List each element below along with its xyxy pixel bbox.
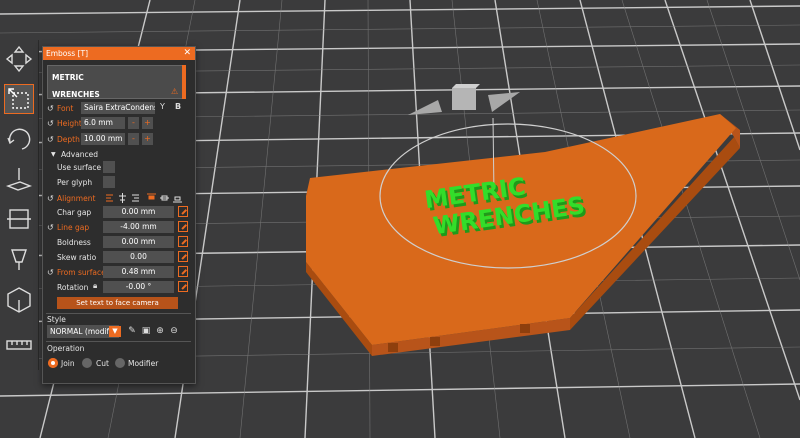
align-top-icon[interactable] <box>147 193 156 203</box>
left-toolbar <box>0 40 39 370</box>
use-surface-checkbox[interactable] <box>103 161 115 173</box>
move-tool-icon[interactable] <box>4 44 34 74</box>
depth-input[interactable]: 10.00 mm <box>81 133 125 145</box>
skew-input[interactable]: 0.00 <box>103 251 174 263</box>
align-center-icon[interactable] <box>118 193 127 203</box>
rotation-input[interactable]: -0.00 ° <box>103 281 174 293</box>
divider <box>46 313 191 314</box>
face-camera-button[interactable]: Set text to face camera <box>57 297 178 309</box>
edit-icon[interactable] <box>178 251 188 262</box>
modifier-radio[interactable] <box>115 358 125 368</box>
font-label: Font <box>57 104 74 113</box>
reset-icon[interactable]: ↺ <box>47 222 54 233</box>
rotate-tool-icon[interactable] <box>4 124 34 154</box>
alignment-label: Alignment <box>57 194 96 203</box>
from-surface-label: From surface <box>57 268 106 277</box>
delete-style-icon[interactable]: ⊖ <box>169 326 179 336</box>
from-surface-input[interactable]: 0.48 mm <box>103 266 174 278</box>
line-gap-label: Line gap <box>57 223 90 232</box>
alignment-row: ↺ Alignment <box>43 192 195 205</box>
align-bottom-icon[interactable] <box>173 193 182 203</box>
use-surface-row: Use surface <box>43 161 195 174</box>
depth-decrease-button[interactable]: - <box>128 133 139 145</box>
use-surface-label: Use surface <box>57 163 102 172</box>
lock-icon[interactable]: 🔒︎ <box>93 281 97 291</box>
text-line-2: WRENCHES <box>52 90 100 99</box>
per-glyph-row: Per glyph <box>43 176 195 189</box>
rotation-label: Rotation <box>57 283 89 292</box>
line-gap-row: ↺ Line gap -4.00 mm <box>43 221 195 234</box>
reset-icon[interactable]: ↺ <box>47 193 54 204</box>
cut-tool-icon[interactable] <box>4 204 34 234</box>
chevron-down-icon[interactable]: ▼ <box>109 326 121 337</box>
height-input[interactable]: 6.0 mm <box>81 117 125 129</box>
depth-increase-button[interactable]: + <box>142 133 153 145</box>
edit-icon[interactable] <box>178 281 188 292</box>
line-gap-input[interactable]: -4.00 mm <box>103 221 174 233</box>
edit-icon[interactable] <box>178 221 188 232</box>
from-surface-row: ↺ From surface 0.48 mm <box>43 266 195 279</box>
align-middle-icon[interactable] <box>160 193 169 203</box>
operation-row: Join Cut Modifier <box>43 357 195 370</box>
text-line-1: METRIC <box>52 73 84 82</box>
boldness-input[interactable]: 0.00 mm <box>103 236 174 248</box>
modifier-label: Modifier <box>128 359 159 368</box>
boldness-label: Boldness <box>57 238 91 247</box>
depth-label: Depth <box>57 135 80 144</box>
scale-tool-icon[interactable] <box>4 84 34 114</box>
skew-label: Skew ratio <box>57 253 97 262</box>
chevron-down-icon: ▼ <box>51 151 56 158</box>
height-row: ↺ Height 6.0 mm - + <box>43 117 195 130</box>
bold-icon[interactable]: B <box>175 102 181 111</box>
measure-tool-icon[interactable] <box>4 284 34 314</box>
cut-radio[interactable] <box>82 358 92 368</box>
height-increase-button[interactable]: + <box>142 117 153 129</box>
save-style-icon[interactable]: ▣ <box>141 326 151 336</box>
panel-title: Emboss [T] <box>46 49 89 58</box>
rename-style-icon[interactable]: ✎ <box>127 326 137 336</box>
cut-label: Cut <box>96 359 109 368</box>
reset-icon[interactable]: ↺ <box>47 267 54 278</box>
rotation-row: Rotation 🔒︎ -0.00 ° <box>43 281 195 294</box>
height-label: Height <box>57 119 82 128</box>
skew-row: Skew ratio 0.00 <box>43 251 195 264</box>
font-select[interactable]: Saira ExtraCondensed <box>81 102 155 114</box>
reset-icon[interactable]: ↺ <box>47 118 54 129</box>
font-row: ↺ Font Saira ExtraCondensed Y B <box>43 102 195 115</box>
depth-row: ↺ Depth 10.00 mm - + <box>43 133 195 146</box>
text-input[interactable]: METRIC WRENCHES <box>47 65 185 99</box>
char-gap-row: Char gap 0.00 mm <box>43 206 195 219</box>
operation-label: Operation <box>47 344 85 353</box>
per-glyph-checkbox[interactable] <box>103 176 115 188</box>
font-style-icon[interactable]: Y <box>160 102 165 111</box>
reset-icon[interactable]: ↺ <box>47 103 54 114</box>
char-gap-input[interactable]: 0.00 mm <box>103 206 174 218</box>
add-style-icon[interactable]: ⊕ <box>155 326 165 336</box>
per-glyph-label: Per glyph <box>57 178 93 187</box>
advanced-toggle[interactable]: ▼ Advanced <box>43 148 195 161</box>
warning-triangle-icon: ⚠ <box>171 87 179 96</box>
text-scrollbar[interactable] <box>182 65 186 99</box>
align-right-icon[interactable] <box>131 193 140 203</box>
join-radio[interactable] <box>48 358 58 368</box>
reset-icon[interactable]: ↺ <box>47 134 54 145</box>
join-label: Join <box>61 359 75 368</box>
close-icon[interactable]: ✕ <box>183 47 191 60</box>
ruler-icon[interactable] <box>4 330 34 360</box>
paint-support-icon[interactable] <box>4 244 34 274</box>
place-on-face-icon[interactable] <box>4 164 34 194</box>
edit-icon[interactable] <box>178 206 188 217</box>
align-left-icon[interactable] <box>105 193 114 203</box>
edit-icon[interactable] <box>178 266 188 277</box>
edit-icon[interactable] <box>178 236 188 247</box>
emboss-panel: Emboss [T] ✕ METRIC WRENCHES ⚠ ↺ Font Sa… <box>42 46 196 384</box>
boldness-row: Boldness 0.00 mm <box>43 236 195 249</box>
height-decrease-button[interactable]: - <box>128 117 139 129</box>
char-gap-label: Char gap <box>57 208 92 217</box>
panel-title-bar[interactable]: Emboss [T] ✕ <box>43 47 195 60</box>
advanced-label: Advanced <box>61 150 99 159</box>
